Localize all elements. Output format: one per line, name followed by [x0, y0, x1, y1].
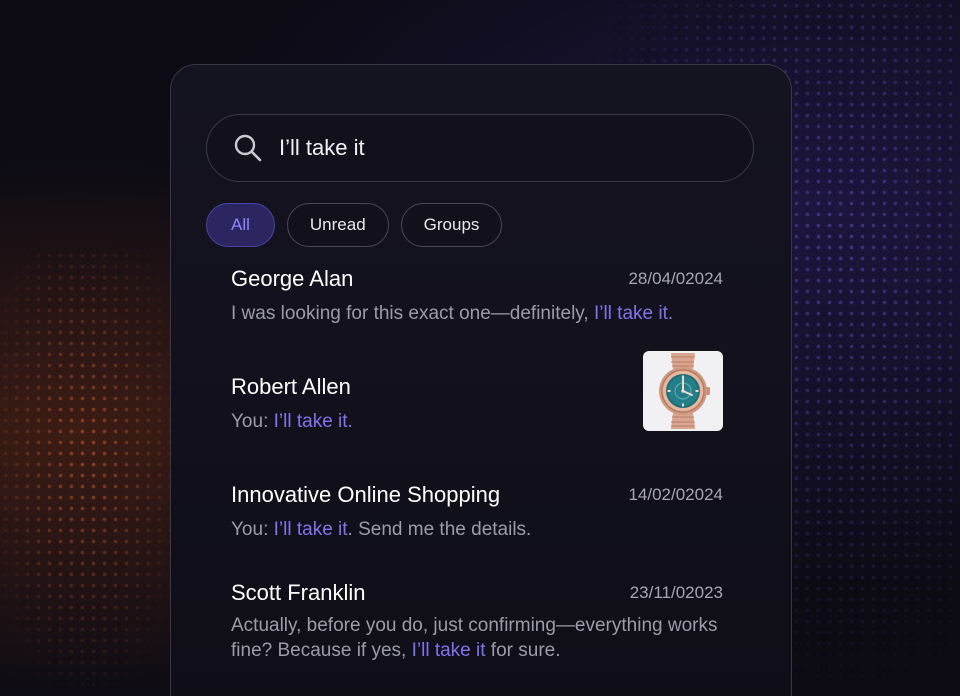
search-match-highlight: I’ll take it — [411, 640, 486, 661]
message-item[interactable]: Scott Franklin 23/11/02023 Actually, bef… — [231, 579, 723, 663]
search-bar[interactable] — [206, 114, 754, 182]
search-input[interactable] — [277, 134, 721, 162]
message-date: 14/02/02024 — [628, 485, 723, 504]
app-background: All Unread Groups George Alan 28/04/0202… — [0, 0, 960, 696]
search-match-highlight: I’ll take it — [273, 519, 348, 540]
message-date: 23/11/02023 — [629, 583, 723, 602]
message-item[interactable]: Robert Allen You: I’ll take it. — [231, 351, 723, 434]
wristwatch-image[interactable] — [643, 351, 723, 431]
filter-chip-all[interactable]: All — [206, 203, 275, 247]
message-preview: You: I’ll take it. Send me the details. — [231, 517, 723, 542]
preview-text: You: — [231, 411, 274, 432]
search-match-highlight: I’ll take it. — [593, 303, 674, 324]
preview-text: for sure. — [485, 640, 561, 661]
search-match-highlight: I’ll take it. — [273, 411, 353, 432]
preview-text: I was looking for this exact one—definit… — [231, 303, 594, 324]
message-preview: I was looking for this exact one—definit… — [231, 301, 723, 326]
orange-dot-pattern — [0, 250, 190, 696]
preview-text: You: — [231, 519, 274, 540]
preview-text: . Send me the details. — [347, 519, 532, 540]
search-icon — [231, 131, 265, 165]
message-preview: Actually, before you do, just confirming… — [231, 613, 723, 663]
message-item[interactable]: George Alan 28/04/02024 I was looking fo… — [231, 265, 723, 326]
filter-chips: All Unread Groups — [206, 203, 503, 247]
message-item[interactable]: Innovative Online Shopping 14/02/02024 Y… — [231, 481, 723, 542]
chat-search-panel: All Unread Groups George Alan 28/04/0202… — [170, 64, 792, 696]
message-date: 28/04/02024 — [628, 269, 723, 288]
filter-chip-groups[interactable]: Groups — [400, 203, 503, 247]
filter-chip-unread[interactable]: Unread — [286, 203, 389, 247]
